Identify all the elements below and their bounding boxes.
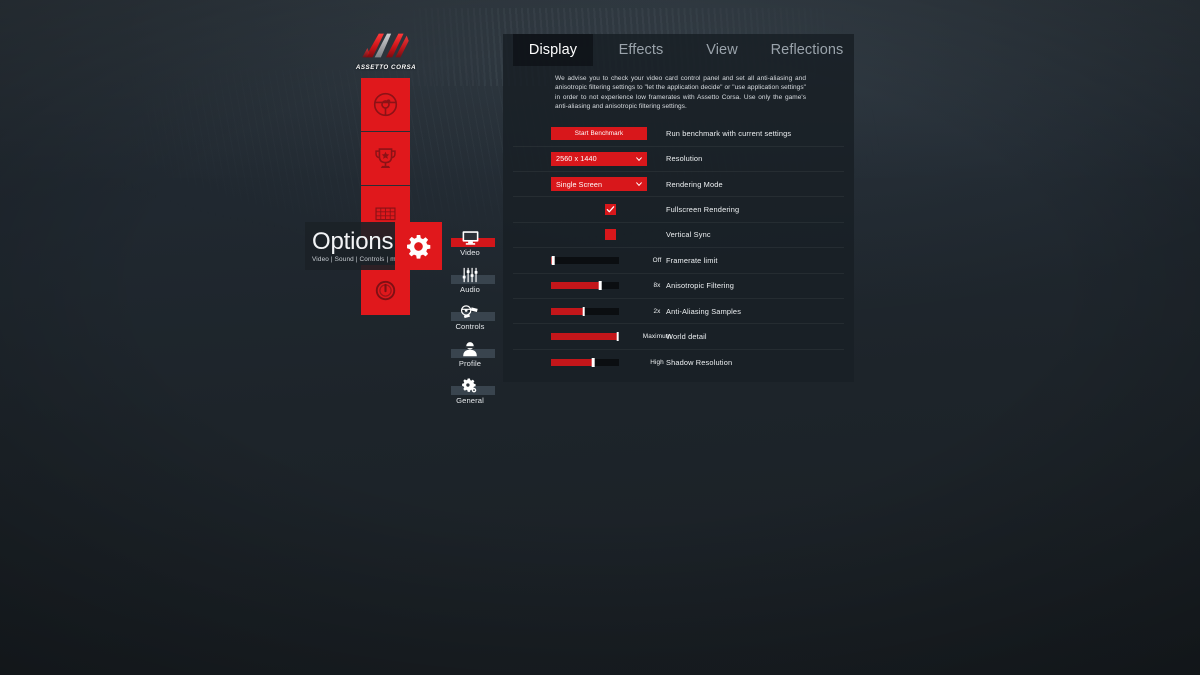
tab-label: Effects — [618, 42, 664, 58]
sidebar-item-profile[interactable]: Profile — [447, 339, 495, 376]
sidebar-item-audio[interactable]: Audio — [447, 265, 495, 302]
sidebar-item-label: Video — [460, 248, 480, 257]
tab-display[interactable]: Display — [513, 34, 593, 66]
page-title: Options — [312, 228, 394, 255]
slider-fill — [551, 358, 594, 366]
advisory-text: We advise you to check your video card c… — [555, 75, 806, 110]
page-subtitle: Video | Sound | Controls | more — [312, 256, 406, 263]
row-shadow-resolution: High Shadow Resolution — [513, 350, 844, 375]
slider-thumb[interactable] — [598, 281, 602, 291]
person-icon — [461, 339, 479, 358]
world-detail-slider[interactable] — [551, 332, 619, 341]
sliders-icon — [461, 265, 480, 284]
slider-track — [551, 256, 619, 264]
monitor-icon — [461, 228, 480, 247]
sidebar-item-label: Profile — [458, 359, 482, 368]
category-nav: Video Audio Controls Profile General — [447, 228, 495, 413]
rendering-mode-dropdown[interactable]: Single Screen — [551, 177, 647, 192]
row-label: Rendering Mode — [666, 179, 723, 189]
tab-effects[interactable]: Effects — [605, 34, 677, 66]
row-anti-aliasing-samples: 2x Anti-Aliasing Samples — [513, 299, 844, 325]
vertical-sync-control — [605, 229, 616, 241]
slider-fill — [551, 307, 584, 315]
tab-label: Display — [528, 42, 578, 58]
drive-button[interactable] — [361, 78, 410, 132]
sidebar-item-controls[interactable]: Controls — [447, 302, 495, 339]
dropdown-value: 2560 x 1440 — [556, 154, 597, 164]
tab-label: Reflections — [770, 42, 844, 58]
anisotropic-filtering-slider[interactable] — [551, 281, 619, 291]
anti-aliasing-slider[interactable] — [551, 306, 619, 316]
tab-reflections[interactable]: Reflections — [761, 34, 853, 66]
row-label: Anti-Aliasing Samples — [666, 306, 742, 316]
chevron-down-icon — [636, 157, 642, 161]
row-fullscreen-rendering: Fullscreen Rendering — [513, 197, 844, 223]
row-label: Framerate limit — [666, 255, 718, 265]
row-vertical-sync: Vertical Sync — [513, 223, 844, 249]
sidebar-item-label: Controls — [455, 322, 485, 331]
shadow-resolution-slider[interactable] — [551, 357, 619, 367]
settings-rows: Start Benchmark Run benchmark with curre… — [513, 121, 844, 375]
row-rendering-mode: Single Screen Rendering Mode — [513, 172, 844, 198]
sidebar-item-video[interactable]: Video — [447, 228, 495, 265]
chevron-down-icon — [636, 182, 642, 187]
slider-thumb[interactable] — [591, 357, 595, 367]
fullscreen-rendering-control — [605, 204, 616, 216]
slider-thumb[interactable] — [551, 255, 555, 265]
start-benchmark-button[interactable]: Start Benchmark — [551, 126, 647, 140]
row-label: Run benchmark with current settings — [666, 128, 792, 138]
row-label: Vertical Sync — [666, 230, 711, 240]
gear-icon — [407, 234, 431, 259]
slider-fill — [551, 282, 600, 290]
tab-bar: Display Effects View Reflections — [503, 34, 854, 66]
assetto-corsa-logo: ASSETTO CORSA — [355, 30, 417, 76]
wheel-pedals-icon — [460, 302, 480, 321]
tab-view[interactable]: View — [691, 34, 753, 66]
dropdown-value: Single Screen — [556, 179, 603, 189]
panel-body: We advise you to check your video card c… — [503, 74, 854, 375]
slider-fill — [551, 333, 618, 340]
slider-thumb[interactable] — [616, 332, 619, 341]
command-strip — [361, 78, 410, 240]
logo-wordmark: ASSETTO CORSA — [355, 64, 417, 71]
vertical-sync-checkbox[interactable] — [605, 229, 616, 241]
options-gear-tile[interactable] — [395, 222, 442, 270]
fullscreen-rendering-checkbox[interactable] — [605, 204, 616, 216]
row-framerate-limit: Off Framerate limit — [513, 248, 844, 274]
settings-panel: Display Effects View Reflections We advi… — [503, 34, 854, 382]
row-benchmark: Start Benchmark Run benchmark with curre… — [513, 121, 844, 147]
ac-logo-mark — [362, 33, 409, 58]
gear-small-icon — [461, 376, 479, 395]
steering-wheel-icon — [373, 92, 398, 117]
row-label: Anisotropic Filtering — [666, 281, 735, 291]
check-icon — [606, 206, 615, 213]
quit-button[interactable] — [361, 265, 410, 315]
slider-thumb[interactable] — [582, 306, 585, 316]
row-anisotropic-filtering: 8x Anisotropic Filtering — [513, 274, 844, 299]
row-label: Fullscreen Rendering — [666, 205, 740, 215]
power-icon — [375, 280, 396, 300]
resolution-dropdown[interactable]: 2560 x 1440 — [551, 151, 647, 166]
sidebar-item-label: General — [456, 396, 484, 405]
row-label: World detail — [666, 332, 707, 341]
sidebar-item-general[interactable]: General — [447, 376, 495, 413]
row-resolution: 2560 x 1440 Resolution — [513, 147, 844, 172]
framerate-limit-slider[interactable] — [551, 255, 619, 265]
row-world-detail: Maximum World detail — [513, 324, 844, 350]
sidebar-item-label: Audio — [460, 285, 480, 294]
tab-label: View — [706, 42, 738, 58]
trophy-icon — [375, 148, 396, 168]
career-button[interactable] — [361, 132, 410, 186]
options-banner-text: Options Video | Sound | Controls | more — [305, 229, 405, 263]
row-label: Shadow Resolution — [666, 357, 733, 367]
row-label: Resolution — [666, 154, 703, 164]
